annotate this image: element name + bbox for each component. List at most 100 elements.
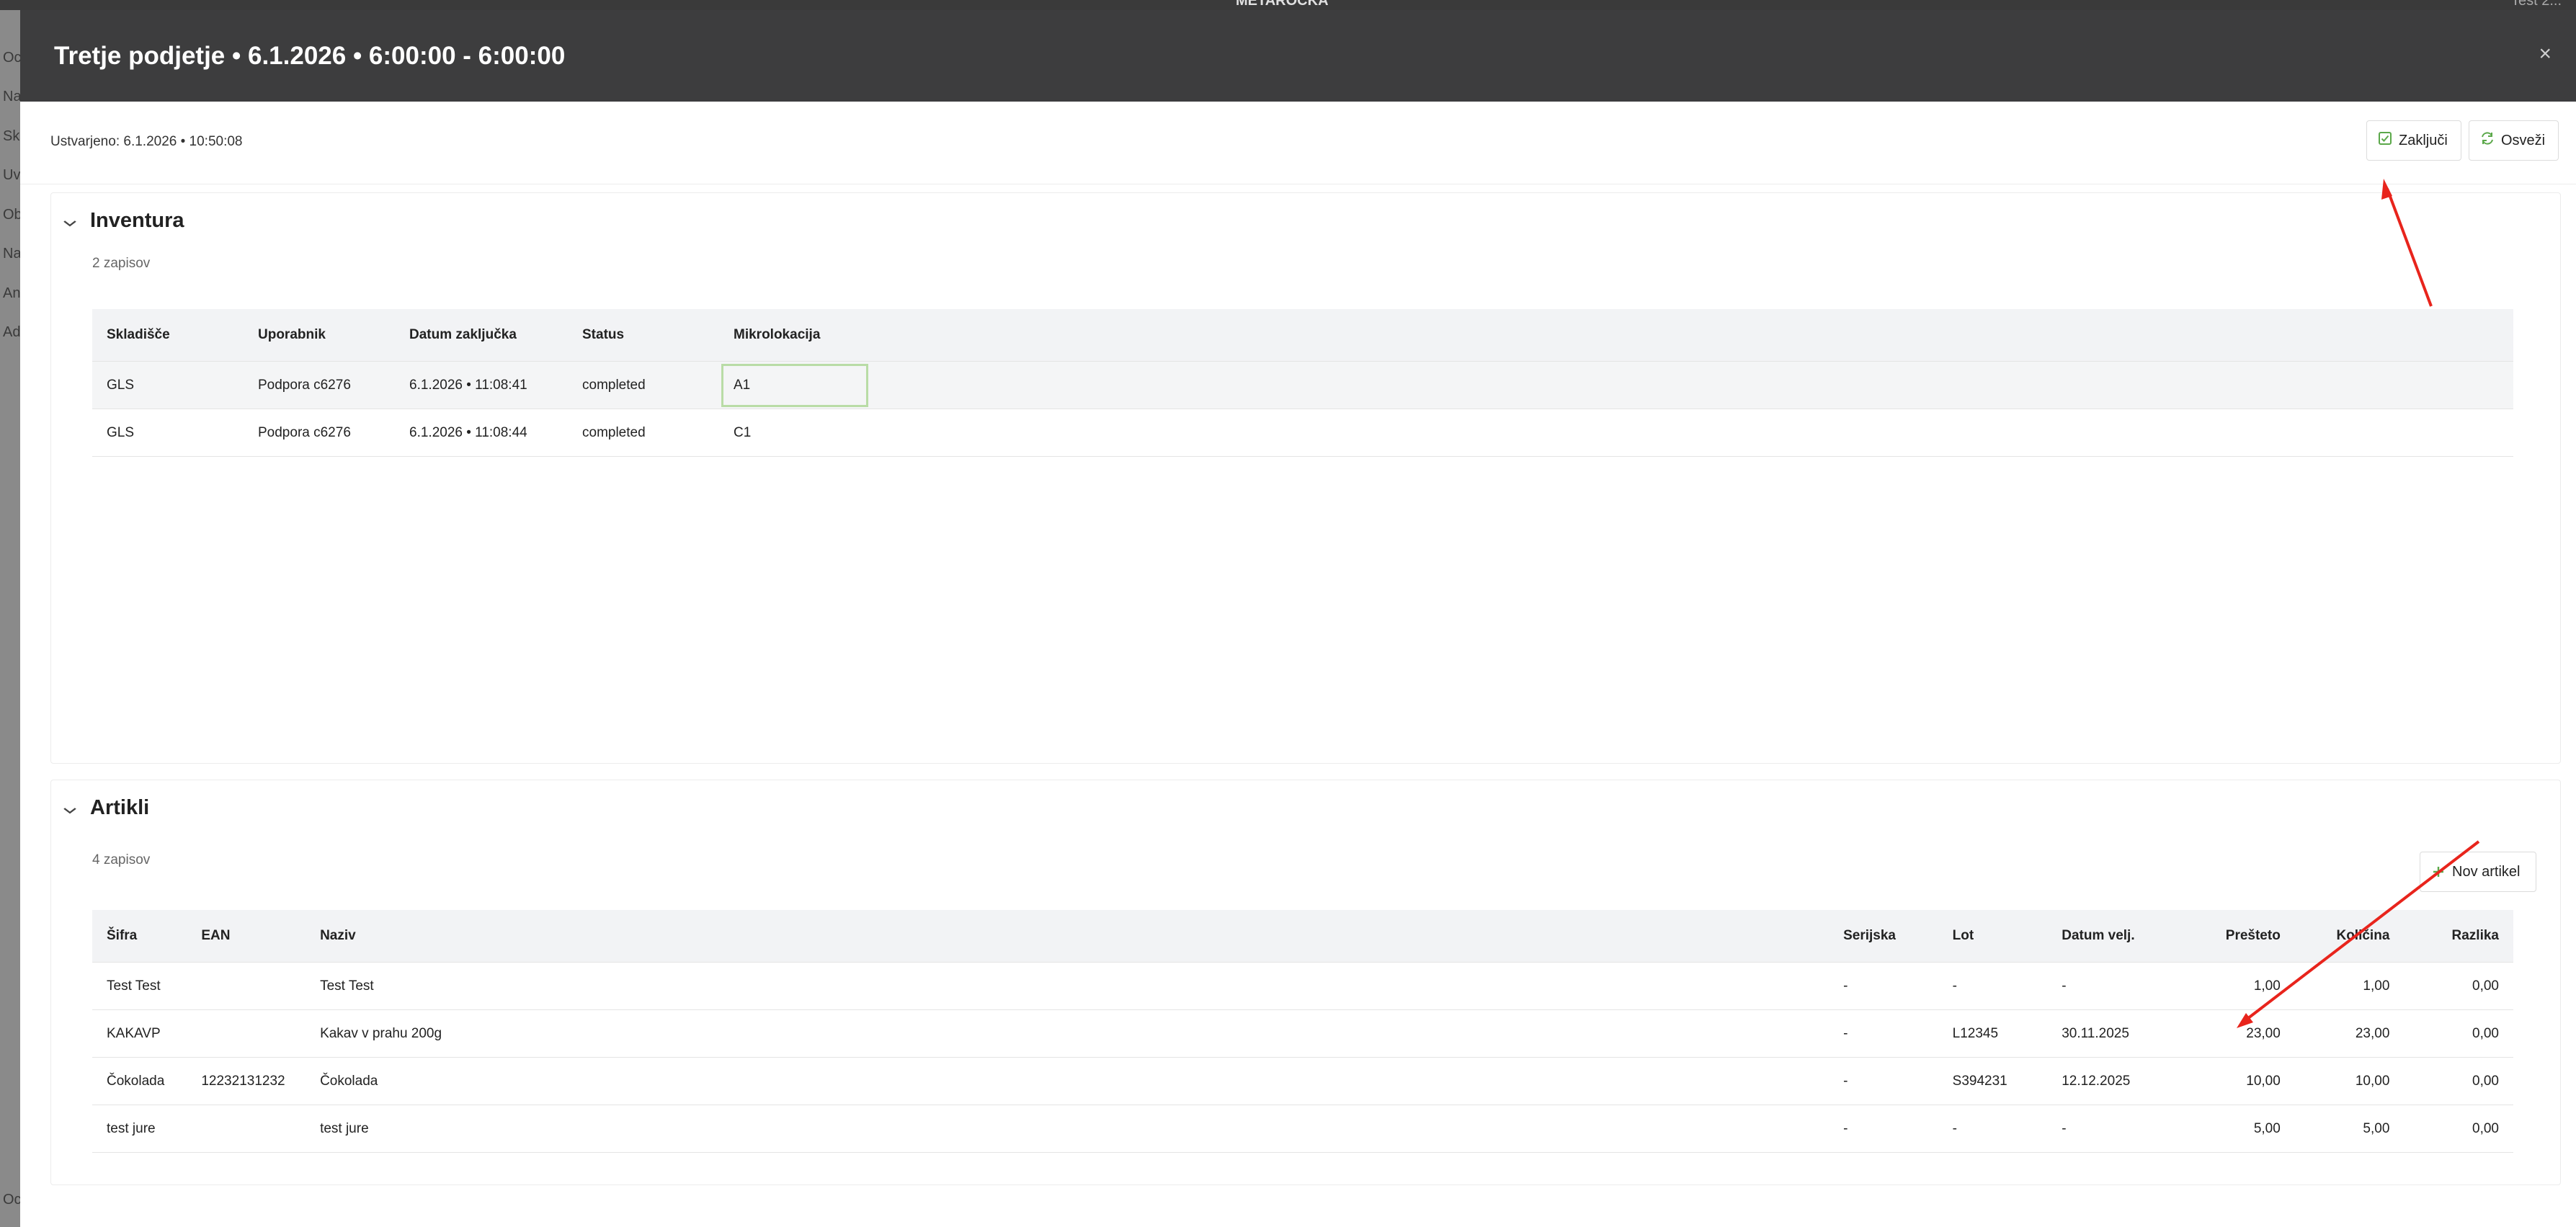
cell-serial: -: [1829, 1057, 1938, 1105]
column-header-ean[interactable]: EAN: [187, 910, 306, 963]
table-header-row: Skladišče Uporabnik Datum zaključka Stat…: [92, 309, 2513, 362]
column-header-expiry[interactable]: Datum velj.: [2047, 910, 2186, 963]
cell-lot: -: [1938, 1105, 2048, 1153]
cell-warehouse: GLS: [92, 409, 244, 457]
cell-code: KAKAVP: [92, 1009, 187, 1058]
background-sidebar-item: Na: [3, 89, 22, 104]
refresh-icon: [2479, 130, 2495, 151]
refresh-button[interactable]: Osveži: [2469, 120, 2559, 161]
column-header-serial[interactable]: Serijska: [1829, 910, 1938, 963]
cell-expiry: 12.12.2025: [2047, 1057, 2186, 1105]
background-logo: METAROCKA: [1236, 0, 1329, 9]
cell-expiry: 30.11.2025: [2047, 1009, 2186, 1058]
cell-microlocation[interactable]: C1: [719, 409, 870, 457]
background-sidebar-item: Ob: [3, 207, 22, 223]
new-article-button[interactable]: Nov artikel: [2420, 852, 2536, 892]
inventory-modal: Tretje podjetje • 6.1.2026 • 6:00:00 - 6…: [20, 10, 2576, 1227]
column-header-lot[interactable]: Lot: [1938, 910, 2048, 963]
cell-difference: 0,00: [2404, 962, 2513, 1010]
cell-counted: 5,00: [2185, 1105, 2295, 1153]
cell-ean: [187, 1009, 306, 1058]
cell-name: Test Test: [306, 962, 1830, 1010]
column-header-user[interactable]: Uporabnik: [244, 309, 395, 362]
inventory-table: Skladišče Uporabnik Datum zaključka Stat…: [92, 309, 2513, 457]
articles-panel: Artikli 4 zapisov Šifra EAN Naziv Serijs…: [50, 780, 2561, 1185]
cell-expiry: -: [2047, 962, 2186, 1010]
cell-completion-date: 6.1.2026 • 11:08:44: [395, 409, 568, 457]
modal-title: Tretje podjetje • 6.1.2026 • 6:00:00 - 6…: [54, 42, 566, 70]
cell-difference: 0,00: [2404, 1105, 2513, 1153]
column-header-warehouse[interactable]: Skladišče: [92, 309, 244, 362]
finalize-button-label: Zaključi: [2399, 132, 2448, 148]
table-row[interactable]: GLS Podpora c6276 6.1.2026 • 11:08:44 co…: [92, 409, 2513, 457]
table-row[interactable]: GLS Podpora c6276 6.1.2026 • 11:08:41 co…: [92, 361, 2513, 409]
cell-user: Podpora c6276: [244, 409, 395, 457]
cell-filler: [870, 409, 2513, 457]
inventory-panel: Inventura 2 zapisov Skladišče Uporabnik …: [50, 192, 2561, 764]
background-sidebar-item: Oc: [3, 1192, 22, 1208]
cell-difference: 0,00: [2404, 1009, 2513, 1058]
articles-title: Artikli: [90, 796, 150, 819]
cell-difference: 0,00: [2404, 1057, 2513, 1105]
cell-code: test jure: [92, 1105, 187, 1153]
modal-header: Tretje podjetje • 6.1.2026 • 6:00:00 - 6…: [20, 10, 2576, 102]
articles-count: 4 zapisov: [92, 852, 151, 867]
cell-name: test jure: [306, 1105, 1830, 1153]
cell-serial: -: [1829, 962, 1938, 1010]
cell-name: Čokolada: [306, 1057, 1830, 1105]
table-row[interactable]: Test Test Test Test - - - 1,00 1,00 0,00: [92, 962, 2513, 1010]
plus-icon: [2430, 861, 2446, 883]
cell-code: Čokolada: [92, 1057, 187, 1105]
created-timestamp: Ustvarjeno: 6.1.2026 • 10:50:08: [50, 134, 243, 149]
cell-microlocation-selected[interactable]: A1: [719, 361, 870, 409]
finalize-button[interactable]: Zaključi: [2366, 120, 2461, 161]
cell-counted: 23,00: [2185, 1009, 2295, 1058]
column-header-microlocation[interactable]: Mikrolokacija: [719, 309, 870, 362]
background-sidebar-item: An: [3, 285, 21, 301]
cell-name: Kakav v prahu 200g: [306, 1009, 1830, 1058]
inventory-count: 2 zapisov: [92, 256, 151, 271]
column-header-difference[interactable]: Razlika: [2404, 910, 2513, 963]
cell-counted: 10,00: [2185, 1057, 2295, 1105]
table-row[interactable]: KAKAVP Kakav v prahu 200g - L12345 30.11…: [92, 1009, 2513, 1058]
column-header-counted[interactable]: Prešteto: [2185, 910, 2295, 963]
cell-status: completed: [568, 409, 719, 457]
cell-status: completed: [568, 361, 719, 409]
cell-warehouse: GLS: [92, 361, 244, 409]
chevron-down-icon[interactable]: [63, 800, 78, 819]
close-icon[interactable]: ×: [2539, 42, 2552, 66]
chevron-down-icon[interactable]: [63, 213, 78, 232]
cell-expiry: -: [2047, 1105, 2186, 1153]
inventory-title: Inventura: [90, 209, 184, 232]
cell-quantity: 1,00: [2294, 962, 2405, 1010]
table-row[interactable]: test jure test jure - - - 5,00 5,00 0,00: [92, 1105, 2513, 1153]
cell-serial: -: [1829, 1009, 1938, 1058]
column-header-status[interactable]: Status: [568, 309, 719, 362]
table-row[interactable]: Čokolada 12232131232 Čokolada - S394231 …: [92, 1057, 2513, 1105]
column-header-filler: [870, 309, 2513, 362]
cell-code: Test Test: [92, 962, 187, 1010]
table-header-row: Šifra EAN Naziv Serijska Lot Datum velj.…: [92, 910, 2513, 963]
cell-filler: [870, 361, 2513, 409]
cell-lot: -: [1938, 962, 2048, 1010]
cell-counted: 1,00: [2185, 962, 2295, 1010]
background-sidebar: Oc Na Sk Uv Ob Na An Ad Oc: [0, 10, 22, 1227]
cell-ean: 12232131232: [187, 1057, 306, 1105]
column-header-code[interactable]: Šifra: [92, 910, 187, 963]
background-sidebar-item: Ad: [3, 324, 21, 340]
cell-ean: [187, 962, 306, 1010]
background-sidebar-item: Oc: [3, 50, 22, 66]
cell-lot: S394231: [1938, 1057, 2048, 1105]
background-sidebar-item: Uv: [3, 167, 21, 183]
cell-quantity: 10,00: [2294, 1057, 2405, 1105]
column-header-completion-date[interactable]: Datum zaključka: [395, 309, 568, 362]
cell-user: Podpora c6276: [244, 361, 395, 409]
column-header-quantity[interactable]: Količina: [2294, 910, 2405, 963]
articles-table: Šifra EAN Naziv Serijska Lot Datum velj.…: [92, 910, 2513, 1153]
cell-serial: -: [1829, 1105, 1938, 1153]
cell-completion-date: 6.1.2026 • 11:08:41: [395, 361, 568, 409]
cell-quantity: 5,00: [2294, 1105, 2405, 1153]
column-header-name[interactable]: Naziv: [306, 910, 1830, 963]
background-user: Test 2...: [2510, 0, 2562, 9]
cell-quantity: 23,00: [2294, 1009, 2405, 1058]
